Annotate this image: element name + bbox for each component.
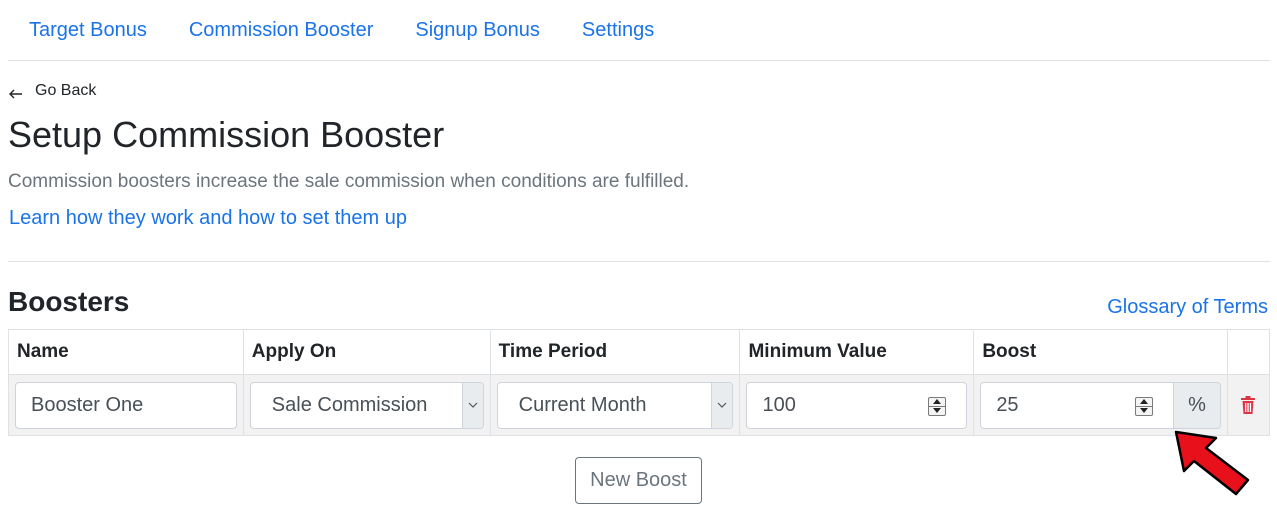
boost-input-group: 25 % bbox=[980, 381, 1221, 429]
apply-on-select[interactable]: Sale Commission bbox=[249, 381, 484, 429]
top-tabs: Target Bonus Commission Booster Signup B… bbox=[8, 0, 1270, 61]
boosters-title: Boosters bbox=[8, 286, 130, 317]
apply-on-value: Sale Commission bbox=[271, 393, 428, 416]
annotation-arrow-icon bbox=[1170, 428, 1252, 503]
go-back-label: Go Back bbox=[35, 82, 97, 99]
new-boost-button[interactable]: New Boost bbox=[575, 457, 702, 504]
column-header-minimum-value: Minimum Value bbox=[739, 329, 975, 375]
percent-addon: % bbox=[1173, 381, 1221, 429]
go-back-link[interactable]: Go Back bbox=[9, 82, 96, 100]
minimum-value-value: 100 bbox=[762, 393, 796, 416]
name-input[interactable]: Booster One bbox=[15, 381, 237, 429]
column-header-actions bbox=[1226, 329, 1271, 375]
tab-target-bonus[interactable]: Target Bonus bbox=[8, 0, 168, 67]
column-header-name: Name bbox=[8, 329, 244, 375]
cell-apply-on: Sale Commission bbox=[242, 374, 491, 436]
spin-down-icon[interactable] bbox=[1135, 405, 1152, 415]
page-subtitle: Commission boosters increase the sale co… bbox=[8, 171, 690, 192]
arrow-left-icon bbox=[9, 86, 23, 99]
time-period-select[interactable]: Current Month bbox=[496, 381, 734, 429]
spin-up-icon[interactable] bbox=[929, 398, 945, 406]
trash-icon[interactable] bbox=[1234, 396, 1263, 414]
cell-minimum-value: 100 bbox=[739, 374, 975, 436]
spin-up-icon[interactable] bbox=[1136, 398, 1152, 406]
tab-commission-booster[interactable]: Commission Booster bbox=[168, 0, 395, 67]
tab-signup-bonus[interactable]: Signup Bonus bbox=[394, 0, 561, 67]
column-header-boost: Boost bbox=[973, 329, 1228, 375]
cell-name: Booster One bbox=[8, 374, 244, 436]
page-title: Setup Commission Booster bbox=[8, 114, 445, 155]
chevron-down-icon[interactable] bbox=[461, 382, 483, 428]
boost-input[interactable]: 25 bbox=[980, 381, 1174, 429]
number-spinner[interactable] bbox=[928, 396, 947, 416]
boost-value: 25 bbox=[996, 393, 1019, 416]
name-input-value: Booster One bbox=[31, 393, 144, 416]
glossary-link[interactable]: Glossary of Terms bbox=[1107, 296, 1268, 319]
time-period-value: Current Month bbox=[518, 393, 647, 416]
learn-how-link[interactable]: Learn how they work and how to set them … bbox=[9, 207, 407, 230]
cell-time-period: Current Month bbox=[489, 374, 741, 436]
minimum-value-input[interactable]: 100 bbox=[746, 381, 968, 429]
table-header-row: Name Apply On Time Period Minimum Value … bbox=[8, 329, 1271, 375]
cell-actions bbox=[1226, 374, 1271, 436]
spin-down-icon[interactable] bbox=[929, 405, 946, 415]
table-row: Booster One Sale Commission Current Mont… bbox=[8, 374, 1271, 436]
column-header-time-period: Time Period bbox=[489, 329, 741, 375]
chevron-down-icon[interactable] bbox=[711, 382, 733, 428]
column-header-apply-on: Apply On bbox=[242, 329, 491, 375]
cell-boost: 25 % bbox=[973, 374, 1228, 436]
number-spinner[interactable] bbox=[1134, 396, 1153, 416]
tab-settings[interactable]: Settings bbox=[561, 0, 675, 67]
boosters-table: Name Apply On Time Period Minimum Value … bbox=[8, 329, 1271, 436]
section-divider bbox=[8, 261, 1270, 262]
